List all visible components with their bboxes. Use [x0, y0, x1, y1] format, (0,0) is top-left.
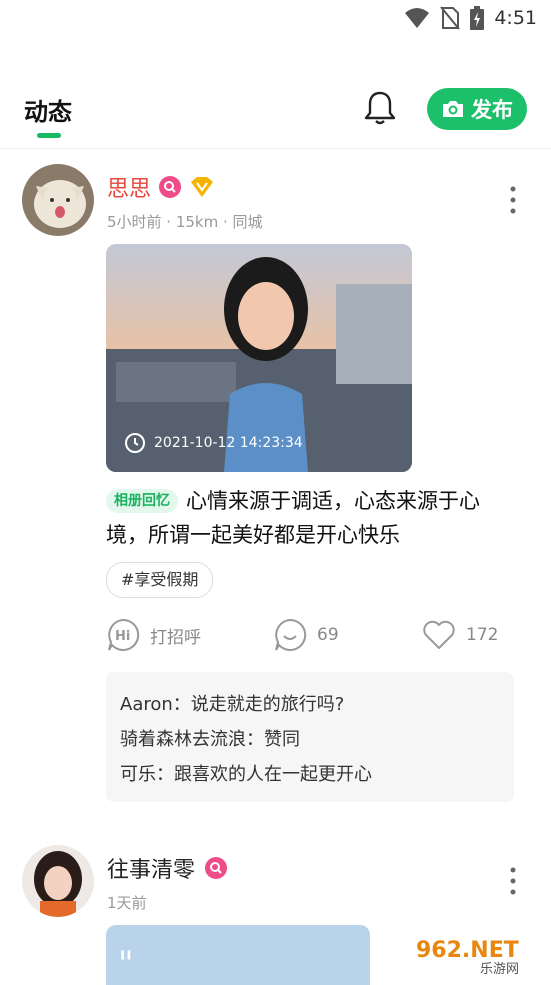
header-divider — [0, 148, 551, 149]
battery-charging-icon — [470, 6, 485, 30]
username[interactable]: 往事清零 — [107, 852, 228, 884]
status-icons: 4:51 — [404, 6, 537, 30]
header: 动态 发布 — [0, 80, 551, 140]
comment-item: 骑着森林去流浪：赞同 — [120, 729, 300, 750]
publish-label: 发布 — [471, 98, 513, 122]
tab-active-indicator — [37, 133, 61, 138]
more-options-icon[interactable] — [504, 866, 522, 896]
vip-badge-icon — [191, 177, 214, 197]
post-meta: 5小时前 · 15km · 同城 — [107, 213, 263, 231]
comment-button[interactable]: 69 — [273, 617, 339, 653]
greet-label: 打招呼 — [150, 627, 201, 648]
watermark-logo: 962.NET 乐游网 — [410, 927, 545, 979]
like-count: 172 — [466, 625, 499, 645]
hi-icon: Hi — [108, 618, 140, 651]
username-text: 往事清零 — [107, 858, 196, 883]
search-badge-icon — [205, 857, 228, 879]
post-photo[interactable]: 2021-10-12 14:23:34 — [106, 244, 412, 472]
username-text: 思思 — [107, 177, 152, 202]
tab-moments[interactable]: 动态 — [24, 92, 72, 127]
svg-text:": " — [118, 944, 134, 984]
publish-button[interactable]: 发布 — [427, 88, 527, 130]
avatar[interactable] — [22, 164, 94, 236]
greet-button[interactable]: Hi 打招呼 — [106, 617, 201, 653]
post-photo[interactable]: " — [106, 925, 370, 985]
username[interactable]: 思思 — [107, 171, 215, 203]
comment-count: 69 — [317, 625, 339, 645]
more-options-icon[interactable] — [504, 185, 522, 215]
comment-item: Aaron：说走就走的旅行吗? — [120, 694, 345, 715]
avatar[interactable] — [22, 845, 94, 917]
album-memory-tag[interactable]: 相册回忆 — [106, 489, 178, 513]
comments-preview[interactable]: Aaron：说走就走的旅行吗? 骑着森林去流浪：赞同 可乐：跟喜欢的人在一起更开… — [106, 672, 514, 802]
no-sim-icon — [440, 6, 461, 30]
bell-icon[interactable] — [363, 90, 397, 126]
clock-history-icon — [125, 433, 145, 453]
status-time: 4:51 — [494, 7, 537, 29]
search-badge-icon — [159, 176, 182, 198]
heart-icon — [423, 620, 455, 649]
camera-icon — [443, 101, 463, 117]
svg-text:Hi: Hi — [115, 629, 130, 644]
hashtag-chip[interactable]: #享受假期 — [106, 562, 214, 598]
like-button[interactable]: 172 — [422, 617, 498, 653]
post-meta: 1天前 — [107, 894, 147, 912]
svg-text:962.NET: 962.NET — [416, 938, 519, 963]
post-text: 相册回忆 心情来源于调适，心态来源于心境，所谓一起美好都是开心快乐 — [106, 484, 506, 552]
comment-icon — [275, 618, 307, 651]
wifi-icon — [405, 8, 430, 28]
photo-timestamp: 2021-10-12 14:23:34 — [124, 432, 303, 454]
status-bar: 4:51 — [0, 0, 551, 38]
photo-timestamp-text: 2021-10-12 14:23:34 — [154, 435, 303, 451]
comment-item: 可乐：跟喜欢的人在一起更开心 — [120, 764, 372, 785]
svg-text:乐游网: 乐游网 — [480, 962, 519, 977]
